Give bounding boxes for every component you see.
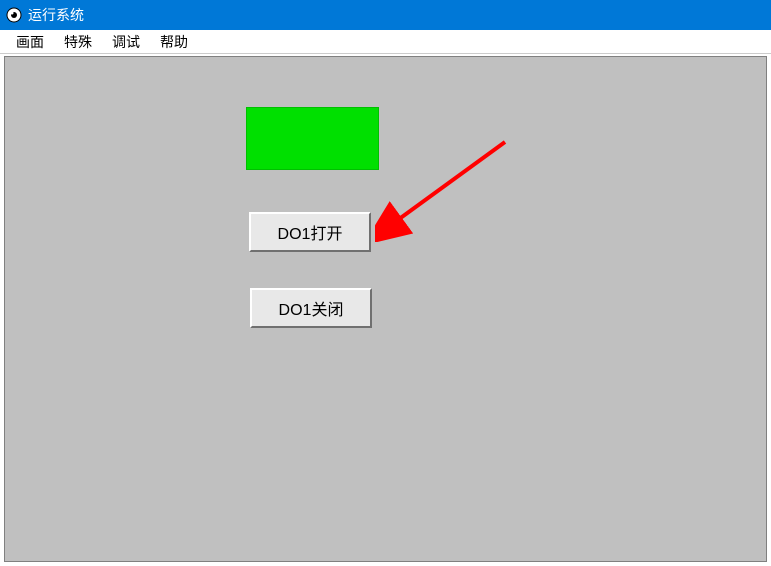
menu-help[interactable]: 帮助: [150, 30, 198, 54]
do1-open-button[interactable]: DO1打开: [249, 212, 371, 252]
menubar: 画面 特殊 调试 帮助: [0, 30, 771, 54]
menu-special[interactable]: 特殊: [54, 30, 102, 54]
canvas-area: DO1打开 DO1关闭: [4, 56, 767, 562]
menu-debug[interactable]: 调试: [102, 30, 150, 54]
app-icon: [6, 7, 22, 23]
arrow-annotation-icon: [375, 132, 525, 242]
window-title: 运行系统: [28, 5, 84, 25]
status-indicator: [246, 107, 379, 170]
do1-close-button[interactable]: DO1关闭: [250, 288, 372, 328]
menu-screen[interactable]: 画面: [6, 30, 54, 54]
titlebar: 运行系统: [0, 0, 771, 30]
